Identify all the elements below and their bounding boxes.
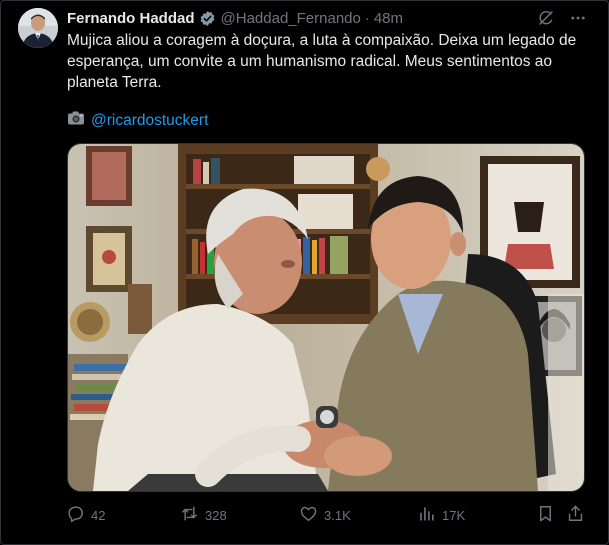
tweet-text-line: planeta Terra. bbox=[67, 74, 162, 91]
share-button[interactable] bbox=[566, 504, 585, 526]
tweet-photo[interactable] bbox=[67, 143, 585, 492]
views-icon bbox=[417, 504, 436, 526]
bookmark-button[interactable] bbox=[536, 504, 555, 526]
views-count: 17K bbox=[442, 507, 466, 523]
reply-count: 42 bbox=[91, 507, 106, 523]
like-count: 3.1K bbox=[324, 507, 351, 523]
heart-icon bbox=[299, 504, 318, 526]
tweet-text-line: Mujica aliou a coragem à doçura, a luta … bbox=[67, 32, 577, 49]
verified-badge-icon bbox=[199, 10, 216, 27]
like-button[interactable]: 3.1K bbox=[299, 504, 351, 526]
photo-credit: @ricardostuckert bbox=[67, 110, 208, 131]
reply-button[interactable]: 42 bbox=[66, 504, 105, 526]
camera-icon bbox=[67, 110, 85, 131]
author-name[interactable]: Fernando Haddad bbox=[67, 10, 195, 27]
tweet-text: Mujica aliou a coragem à doçura, a luta … bbox=[67, 30, 587, 93]
grok-icon[interactable] bbox=[537, 9, 555, 32]
separator-dot: · bbox=[364, 9, 370, 27]
more-icon[interactable] bbox=[569, 9, 587, 32]
timestamp[interactable]: 48m bbox=[374, 10, 403, 27]
share-icon bbox=[566, 504, 585, 526]
credit-mention-link[interactable]: @ricardostuckert bbox=[91, 112, 208, 130]
avatar[interactable] bbox=[18, 8, 58, 48]
repost-button[interactable]: 328 bbox=[180, 504, 227, 526]
bookmark-icon bbox=[536, 504, 555, 526]
repost-count: 328 bbox=[205, 507, 227, 523]
tweet-text-line: esperança, um convite a um humanismo rad… bbox=[67, 53, 553, 70]
reply-icon bbox=[66, 504, 85, 526]
author-handle[interactable]: @Haddad_Fernando bbox=[221, 10, 361, 27]
tweet-header: Fernando Haddad @Haddad_Fernando · 48m bbox=[67, 8, 403, 28]
header-actions bbox=[537, 9, 587, 32]
avatar-image bbox=[18, 8, 58, 48]
views-button[interactable]: 17K bbox=[417, 504, 465, 526]
photo-image bbox=[68, 144, 584, 491]
repost-icon bbox=[180, 504, 199, 526]
tweet-actions: 42 328 3.1K 17K bbox=[66, 504, 586, 526]
